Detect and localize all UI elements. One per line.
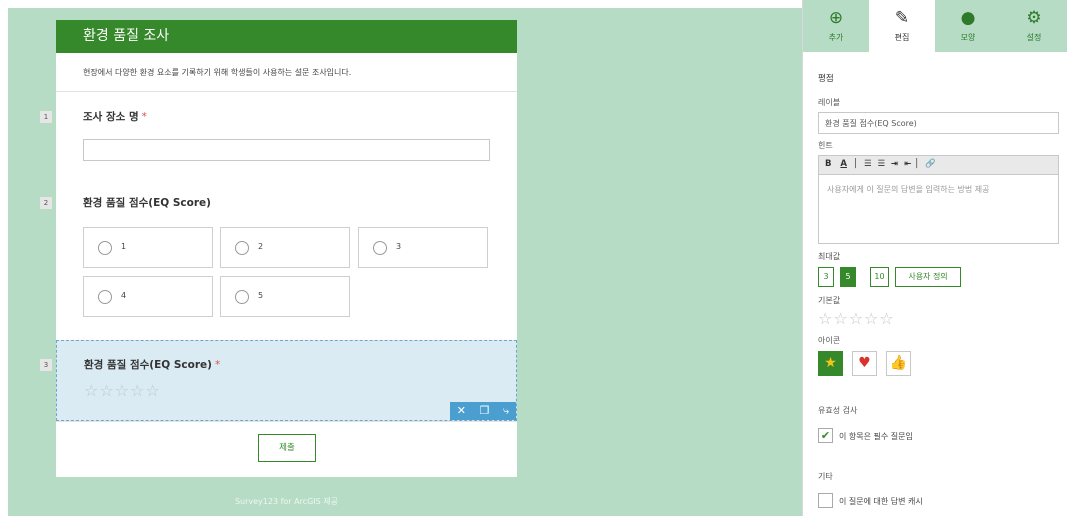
cache-checkbox[interactable]	[818, 493, 833, 508]
properties-panel: ⊕ 추가 ✎ 편집 ● 모양 ⚙ 설정 평점 레이블 환경 품질 점수(EQ S…	[802, 0, 1067, 516]
form-header[interactable]: 환경 품질 조사	[56, 20, 517, 53]
default-rating-stars[interactable]: ☆☆☆☆☆	[818, 309, 895, 328]
list-ul-icon[interactable]: ☰	[877, 159, 885, 169]
tab-settings[interactable]: ⚙ 설정	[1001, 0, 1067, 52]
location-name-input[interactable]	[83, 139, 490, 161]
star-icon[interactable]: ☆	[84, 381, 99, 400]
choice-label: 2	[258, 242, 264, 251]
choice-label: 1	[121, 242, 127, 251]
icon-caption: 아이콘	[818, 336, 841, 345]
check-icon: ✔	[820, 429, 831, 442]
star-icon[interactable]: ☆	[833, 309, 848, 328]
pencil-icon: ✎	[894, 8, 910, 28]
tab-edit[interactable]: ✎ 편집	[869, 0, 935, 52]
star-icon[interactable]: ☆	[115, 381, 130, 400]
star-icon[interactable]: ☆	[145, 381, 160, 400]
label-input[interactable]: 환경 품질 점수(EQ Score)	[818, 112, 1059, 134]
question-1-label: 조사 장소 명	[83, 111, 139, 123]
max-caption: 최대값	[818, 252, 841, 261]
submit-button[interactable]: 제출	[258, 434, 316, 462]
panel-tabs: ⊕ 추가 ✎ 편집 ● 모양 ⚙ 설정	[803, 0, 1067, 52]
star-icon[interactable]: ☆	[130, 381, 145, 400]
question-1-title[interactable]: 조사 장소 명 *	[83, 109, 147, 124]
tab-label: 편집	[894, 33, 910, 42]
label-caption: 레이블	[818, 98, 841, 107]
header-divider	[56, 91, 517, 92]
max-option-3[interactable]: 3	[818, 267, 834, 287]
form-canvas: 환경 품질 조사 현장에서 다양한 환경 요소를 기록하기 위해 학생들이 사용…	[8, 8, 802, 516]
font-color-button[interactable]: A	[840, 159, 847, 169]
list-ol-icon[interactable]: ☰	[864, 159, 872, 169]
tab-appearance[interactable]: ● 모양	[935, 0, 1001, 52]
form-description[interactable]: 현장에서 다양한 환경 요소를 기록하기 위해 학생들이 사용하는 설문 조사입…	[56, 53, 517, 91]
radio-circle-icon	[235, 241, 249, 255]
form-title: 환경 품질 조사	[83, 28, 170, 44]
validation-caption: 유효성 검사	[818, 406, 858, 415]
close-icon[interactable]: ✕	[457, 402, 466, 420]
choice-label: 4	[121, 291, 127, 300]
question-number-3: 3	[40, 359, 52, 371]
max-option-10[interactable]: 10	[870, 267, 889, 287]
required-asterisk: *	[214, 359, 221, 371]
tab-label: 설정	[1026, 33, 1042, 42]
tab-label: 모양	[960, 33, 976, 42]
other-caption: 기타	[818, 472, 833, 481]
copy-icon[interactable]: ❐	[480, 402, 490, 420]
choice-option-4[interactable]: 4	[83, 276, 213, 317]
plus-circle-icon: ⊕	[828, 8, 844, 28]
choice-label: 3	[396, 242, 402, 251]
star-icon[interactable]: ☆	[99, 381, 114, 400]
hint-caption: 힌트	[818, 141, 833, 150]
question-3-label: 환경 품질 점수(EQ Score)	[84, 359, 212, 371]
footer-credit: Survey123 for ArcGIS 제공	[234, 497, 339, 506]
outdent-icon[interactable]: ⇤	[904, 159, 911, 169]
move-icon[interactable]: ⤷	[503, 402, 509, 420]
submit-divider	[56, 421, 517, 422]
star-icon[interactable]: ☆	[849, 309, 864, 328]
cache-checkbox-label[interactable]: 이 질문에 대한 답변 캐시	[839, 496, 923, 507]
choice-option-5[interactable]: 5	[220, 276, 350, 317]
required-checkbox-label[interactable]: 이 항목은 필수 질문임	[839, 431, 913, 442]
star-icon[interactable]: ☆	[879, 309, 894, 328]
hint-editor[interactable]: 사용자에게 이 질문의 답변을 입력하는 방법 제공	[818, 175, 1059, 244]
radio-circle-icon	[98, 290, 112, 304]
question-tools: ✕ ❐ ⤷	[450, 402, 516, 420]
radio-circle-icon	[373, 241, 387, 255]
star-icon[interactable]: ☆	[864, 309, 879, 328]
rating-stars[interactable]: ☆☆☆☆☆	[84, 381, 161, 400]
heart-icon[interactable]: ♥	[852, 351, 877, 376]
survey-form: 환경 품질 조사 현장에서 다양한 환경 요소를 기록하기 위해 학생들이 사용…	[40, 20, 517, 477]
thumbs-up-icon[interactable]: 👍	[886, 351, 911, 376]
max-option-custom[interactable]: 사용자 정의	[895, 267, 961, 287]
hint-editor-toolbar: B A │ ☰ ☰ ⇥ ⇤ │ 🔗	[818, 155, 1059, 175]
choice-option-3[interactable]: 3	[358, 227, 488, 268]
required-checkbox[interactable]: ✔	[818, 428, 833, 443]
star-icon[interactable]: ☆	[818, 309, 833, 328]
question-number-1: 1	[40, 111, 52, 123]
star-icon[interactable]: ★	[818, 351, 843, 376]
settings-icon: ⚙	[1026, 8, 1042, 28]
link-icon[interactable]: 🔗	[925, 159, 936, 169]
bold-button[interactable]: B	[825, 159, 831, 169]
choice-option-2[interactable]: 2	[220, 227, 350, 268]
required-asterisk: *	[141, 111, 147, 123]
section-title: 평점	[818, 74, 834, 84]
indent-icon[interactable]: ⇥	[891, 159, 898, 169]
question-3-title: 환경 품질 점수(EQ Score) *	[84, 357, 220, 372]
palette-icon: ●	[960, 8, 976, 28]
max-option-5[interactable]: 5	[840, 267, 856, 287]
choice-option-1[interactable]: 1	[83, 227, 213, 268]
tab-label: 추가	[828, 33, 844, 42]
question-number-2: 2	[40, 197, 52, 209]
radio-circle-icon	[235, 290, 249, 304]
question-2-title[interactable]: 환경 품질 점수(EQ Score)	[83, 195, 211, 210]
question-3-selected[interactable]: 환경 품질 점수(EQ Score) * ☆☆☆☆☆ ✕ ❐ ⤷	[56, 340, 517, 421]
radio-circle-icon	[98, 241, 112, 255]
default-caption: 기본값	[818, 296, 841, 305]
tab-add[interactable]: ⊕ 추가	[803, 0, 869, 52]
choice-label: 5	[258, 291, 264, 300]
